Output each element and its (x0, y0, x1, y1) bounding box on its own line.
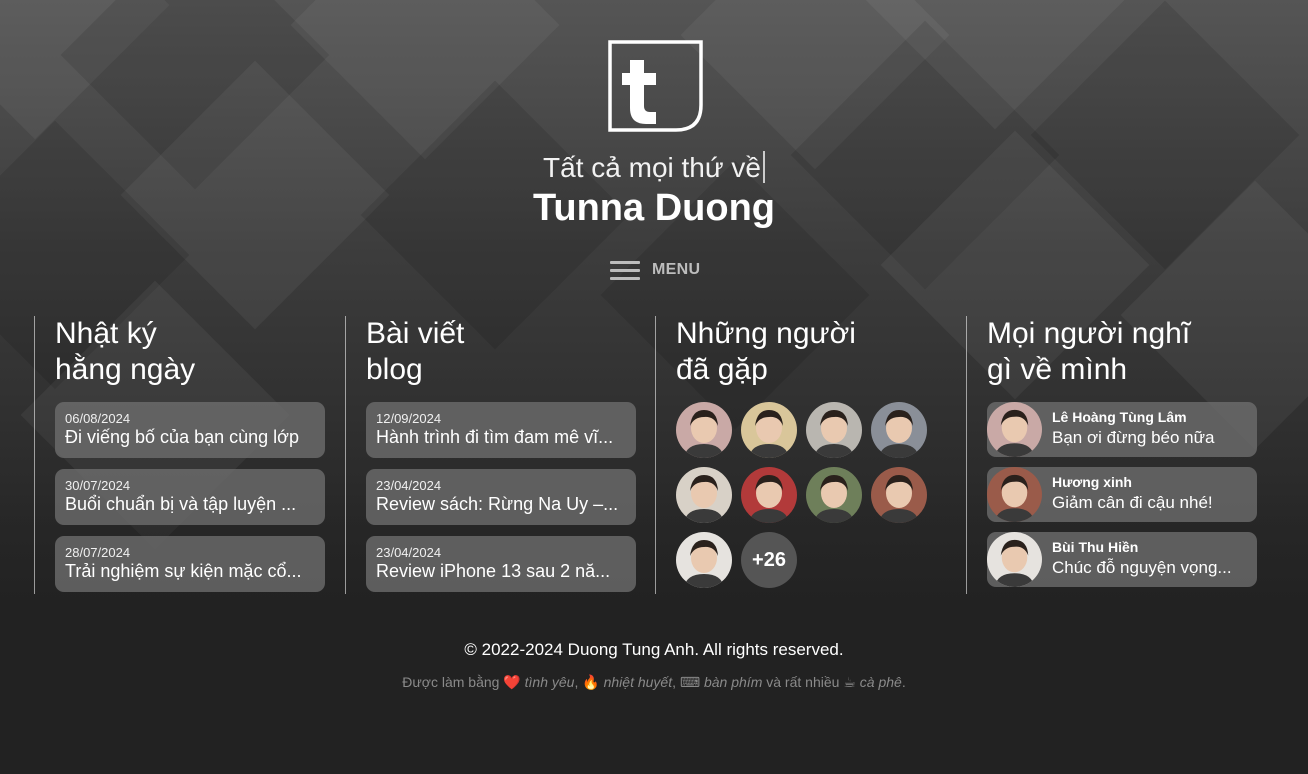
diary-title: Nhật ký hằng ngày (55, 317, 196, 386)
person-avatar[interactable] (676, 532, 732, 588)
card-title: Đi viếng bố của bạn cùng lớp (65, 427, 299, 447)
review-card[interactable]: Bùi Thu Hiền Chúc đỗ nguyện vọng... (987, 532, 1257, 587)
reviews-section: Mọi người nghĩ gì về mình Lê Hoàng Tùng L… (966, 316, 1257, 594)
person-avatar[interactable] (806, 402, 862, 458)
person-avatar[interactable] (676, 402, 732, 458)
avatar (987, 467, 1042, 522)
copyright: © 2022-2024 Duong Tung Anh. All rights r… (464, 640, 844, 659)
coffee-icon: ☕ (843, 674, 856, 690)
review-card[interactable]: Lê Hoàng Tùng Lâm Bạn ơi đừng béo nữa (987, 402, 1257, 457)
card-title: Review iPhone 13 sau 2 nă... (376, 561, 611, 581)
review-message: Chúc đỗ nguyện vọng... (1052, 558, 1232, 577)
blog-title: Bài viết blog (366, 317, 465, 386)
hamburger-icon (610, 260, 640, 280)
review-message: Bạn ơi đừng béo nữa (1052, 428, 1215, 447)
card-date: 12/09/2024 (376, 411, 442, 426)
reviewer-name: Lê Hoàng Tùng Lâm (1052, 409, 1187, 425)
reviewer-name: Bùi Thu Hiền (1052, 539, 1139, 555)
people-grid: +26 (676, 402, 927, 588)
card-date: 28/07/2024 (65, 545, 131, 560)
card-title: Trải nghiệm sự kiện mặc cổ... (65, 561, 302, 581)
reviews-title: Mọi người nghĩ gì về mình (987, 317, 1191, 386)
person-avatar[interactable] (871, 402, 927, 458)
tagline: Tất cả mọi thứ về (0, 151, 1308, 184)
card-title: Buổi chuẩn bị và tập luyện ... (65, 494, 297, 514)
person-avatar[interactable] (806, 467, 862, 523)
people-title: Những người đã gặp (676, 317, 856, 386)
review-card[interactable]: Hương xinh Giảm cân đi cậu nhé! (987, 467, 1257, 522)
blog-card[interactable]: 12/09/2024 Hành trình đi tìm đam mê vĩ..… (366, 402, 636, 458)
avatar (987, 532, 1042, 587)
diary-card[interactable]: 30/07/2024 Buổi chuẩn bị và tập luyện ..… (55, 469, 325, 525)
diary-section: Nhật ký hằng ngày 06/08/2024 Đi viếng bố … (34, 316, 325, 594)
person-avatar[interactable] (741, 467, 797, 523)
blog-card[interactable]: 23/04/2024 Review sách: Rừng Na Uy –... (366, 469, 636, 525)
card-title: Hành trình đi tìm đam mê vĩ... (376, 427, 614, 447)
card-date: 30/07/2024 (65, 478, 131, 493)
card-title: Review sách: Rừng Na Uy –... (376, 494, 619, 514)
made-with-line: Được làm bằng ❤️ tình yêu, 🔥 nhiệt huyết… (402, 674, 906, 690)
person-avatar[interactable] (741, 402, 797, 458)
menu-button[interactable]: MENU (610, 258, 700, 282)
card-date: 23/04/2024 (376, 545, 442, 560)
more-people-button[interactable]: +26 (741, 532, 797, 588)
owner-name: Tunna Duong (532, 187, 775, 229)
blog-section: Bài viết blog 12/09/2024 Hành trình đi tì… (345, 316, 636, 594)
diary-card[interactable]: 28/07/2024 Trải nghiệm sự kiện mặc cổ... (55, 536, 325, 592)
site-logo[interactable] (608, 40, 703, 132)
person-avatar[interactable] (676, 467, 732, 523)
people-section: Những người đã gặp +26 (655, 316, 927, 594)
review-message: Giảm cân đi cậu nhé! (1052, 493, 1213, 512)
diary-card[interactable]: 06/08/2024 Đi viếng bố của bạn cùng lớp (55, 402, 325, 458)
avatar (987, 402, 1042, 457)
card-date: 23/04/2024 (376, 478, 442, 493)
blog-card[interactable]: 23/04/2024 Review iPhone 13 sau 2 nă... (366, 536, 636, 592)
card-date: 06/08/2024 (65, 411, 131, 426)
typing-caret (762, 151, 765, 183)
reviewer-name: Hương xinh (1052, 474, 1132, 490)
keyboard-icon: ⌨ (679, 674, 701, 690)
person-avatar[interactable] (871, 467, 927, 523)
heart-icon: ❤️ (503, 674, 521, 690)
fire-icon: 🔥 (582, 674, 600, 690)
menu-label: MENU (652, 261, 701, 278)
logo-icon (608, 40, 703, 132)
